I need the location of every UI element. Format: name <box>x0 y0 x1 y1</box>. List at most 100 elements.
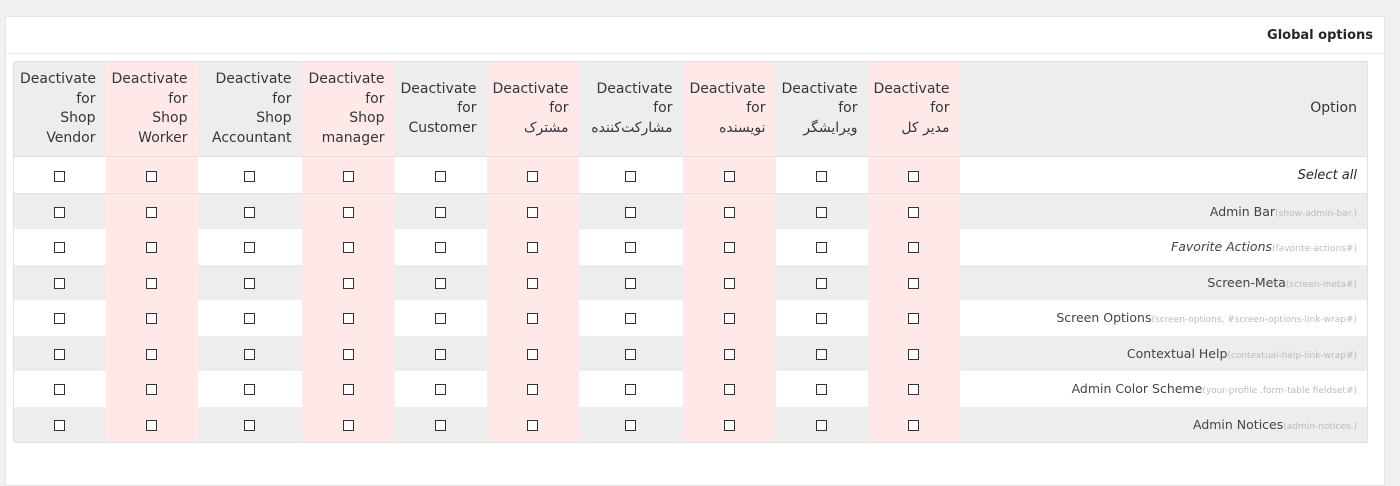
option-2-checkbox-col-4[interactable] <box>435 277 446 289</box>
option-5-checkbox-col-4[interactable] <box>435 384 446 396</box>
option-selector: (show-admin-bar.) <box>1275 209 1357 219</box>
option-1-checkbox-col-5[interactable] <box>527 242 538 254</box>
option-1-checkbox-col-0[interactable] <box>54 242 66 254</box>
option-5-checkbox-col-5[interactable] <box>527 384 538 396</box>
option-4-checkbox-col-9[interactable] <box>908 348 919 360</box>
checkbox-cell <box>105 406 198 442</box>
option-3-checkbox-col-9[interactable] <box>908 313 919 325</box>
option-1-checkbox-col-4[interactable] <box>435 242 446 254</box>
option-4-checkbox-col-5[interactable] <box>527 348 538 360</box>
option-0-checkbox-col-7[interactable] <box>723 207 735 218</box>
checkbox-cell <box>13 406 106 442</box>
select-all-checkbox-col-2[interactable] <box>244 170 255 182</box>
option-1-checkbox-col-8[interactable] <box>816 242 827 254</box>
checkbox-cell <box>394 300 487 336</box>
select-all-checkbox-col-0[interactable] <box>54 170 66 182</box>
select-all-checkbox-col-3[interactable] <box>342 170 354 182</box>
option-0-checkbox-col-4[interactable] <box>435 207 446 218</box>
checkbox-cell <box>775 300 868 336</box>
select-all-checkbox-col-8[interactable] <box>816 170 827 182</box>
option-2-checkbox-col-1[interactable] <box>146 277 157 289</box>
option-5-checkbox-col-9[interactable] <box>908 384 919 396</box>
select-all-checkbox-col-7[interactable] <box>723 170 735 182</box>
option-3-checkbox-col-2[interactable] <box>244 313 255 325</box>
option-2-checkbox-col-9[interactable] <box>908 277 919 289</box>
column-header-line: Deactivate <box>308 71 385 87</box>
option-2-checkbox-col-0[interactable] <box>54 277 66 289</box>
option-0-checkbox-col-0[interactable] <box>54 207 66 218</box>
option-3-checkbox-col-5[interactable] <box>527 313 538 325</box>
option-5-checkbox-col-1[interactable] <box>146 384 157 396</box>
option-6-checkbox-col-0[interactable] <box>54 419 66 431</box>
option-3-checkbox-col-1[interactable] <box>146 313 157 325</box>
option-name: Favorite Actions <box>1171 239 1272 255</box>
option-0-checkbox-col-8[interactable] <box>816 207 827 218</box>
option-5-checkbox-col-8[interactable] <box>816 384 827 396</box>
option-4-checkbox-col-1[interactable] <box>146 348 157 360</box>
option-1-checkbox-col-2[interactable] <box>244 242 255 254</box>
option-3-checkbox-col-8[interactable] <box>816 313 827 325</box>
option-5-checkbox-col-6[interactable] <box>625 384 636 396</box>
checkbox-cell <box>486 371 579 407</box>
column-header-line: مشارکت‌کننده <box>591 119 673 136</box>
option-3-checkbox-col-0[interactable] <box>54 313 66 325</box>
option-3-checkbox-col-4[interactable] <box>435 313 446 325</box>
option-6-checkbox-col-1[interactable] <box>146 419 157 431</box>
option-0-checkbox-col-6[interactable] <box>625 207 636 218</box>
checkbox-cell <box>301 156 395 194</box>
option-6-checkbox-col-4[interactable] <box>435 419 446 431</box>
select-all-checkbox-col-5[interactable] <box>527 170 538 182</box>
option-5-checkbox-col-0[interactable] <box>54 384 66 396</box>
option-5-checkbox-col-2[interactable] <box>244 384 255 396</box>
option-1-checkbox-col-7[interactable] <box>723 242 735 254</box>
option-2-checkbox-col-5[interactable] <box>527 277 538 289</box>
option-4-checkbox-col-8[interactable] <box>816 348 827 360</box>
option-1-checkbox-col-6[interactable] <box>625 242 636 254</box>
option-2-checkbox-col-3[interactable] <box>342 277 354 289</box>
option-6-checkbox-col-6[interactable] <box>625 419 636 431</box>
option-4-checkbox-col-7[interactable] <box>723 348 735 360</box>
option-3-checkbox-col-6[interactable] <box>625 313 636 325</box>
option-4-checkbox-col-2[interactable] <box>244 348 255 360</box>
option-0-checkbox-col-1[interactable] <box>146 207 157 218</box>
checkbox-cell <box>13 335 106 371</box>
option-2-checkbox-col-7[interactable] <box>723 277 735 289</box>
option-5-checkbox-col-3[interactable] <box>342 384 354 396</box>
option-6-checkbox-col-3[interactable] <box>342 419 354 431</box>
select-all-checkbox-col-4[interactable] <box>435 170 446 182</box>
option-6-checkbox-col-7[interactable] <box>723 419 735 431</box>
option-1-checkbox-col-1[interactable] <box>146 242 157 254</box>
option-4-checkbox-col-6[interactable] <box>625 348 636 360</box>
option-0-checkbox-col-2[interactable] <box>244 207 255 218</box>
option-1-checkbox-col-3[interactable] <box>342 242 354 254</box>
options-table-wrap: Deactivate for Shop Vendor Deactivate for Shop… <box>13 61 1368 443</box>
table-row: Screen Options(screen-options, #screen-o… <box>13 300 1368 336</box>
option-1-checkbox-col-9[interactable] <box>908 242 919 254</box>
checkbox-cell <box>578 406 683 442</box>
option-2-checkbox-col-8[interactable] <box>816 277 827 289</box>
option-0-checkbox-col-9[interactable] <box>908 207 919 218</box>
option-2-checkbox-col-6[interactable] <box>625 277 636 289</box>
option-0-checkbox-col-5[interactable] <box>527 207 538 218</box>
select-all-checkbox-col-9[interactable] <box>908 170 919 182</box>
column-header-line: Deactivate <box>596 80 673 97</box>
checkbox-cell <box>486 406 579 442</box>
select-all-checkbox-col-6[interactable] <box>625 170 636 182</box>
checkbox-cell <box>105 300 198 336</box>
option-4-checkbox-col-0[interactable] <box>54 348 66 360</box>
option-5-checkbox-col-7[interactable] <box>723 384 735 396</box>
option-3-checkbox-col-3[interactable] <box>342 313 354 325</box>
option-6-checkbox-col-8[interactable] <box>816 419 827 431</box>
option-6-checkbox-col-5[interactable] <box>527 419 538 431</box>
option-0-checkbox-col-3[interactable] <box>342 207 354 218</box>
option-3-checkbox-col-7[interactable] <box>723 313 735 325</box>
option-6-checkbox-col-9[interactable] <box>908 419 919 431</box>
option-4-checkbox-col-4[interactable] <box>435 348 446 360</box>
checkbox-cell <box>682 371 776 407</box>
option-6-checkbox-col-2[interactable] <box>244 419 255 431</box>
checkbox-cell <box>197 156 302 194</box>
select-all-checkbox-col-1[interactable] <box>146 170 157 182</box>
option-2-checkbox-col-2[interactable] <box>244 277 255 289</box>
option-4-checkbox-col-3[interactable] <box>342 348 354 360</box>
column-header-line: Deactivate <box>111 71 188 87</box>
